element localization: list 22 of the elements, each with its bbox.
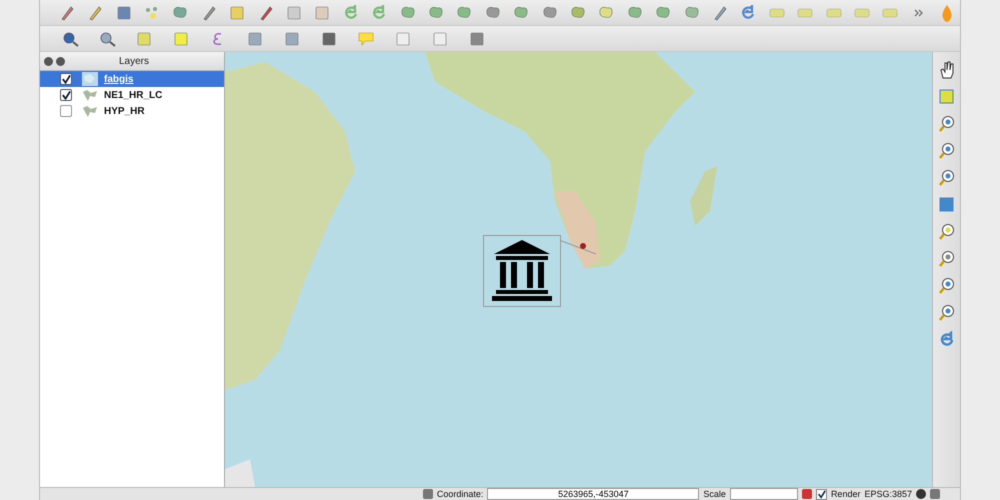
raster-layer-icon xyxy=(82,104,98,118)
raster-layer-icon xyxy=(82,88,98,102)
coordinate-field[interactable]: 5263965,-453047 xyxy=(487,488,700,500)
layer-name: NE1_HR_LC xyxy=(104,90,162,100)
layer-name: fabgis xyxy=(104,74,134,84)
checkbox[interactable] xyxy=(60,73,72,85)
layer-name: HYP_HR xyxy=(104,106,145,116)
panel-title: Layers xyxy=(118,56,150,66)
scale-label: Scale xyxy=(703,488,726,500)
layer-item[interactable]: NE1_HR_LC xyxy=(40,87,224,103)
render-checkbox[interactable] xyxy=(816,488,827,500)
layer-item[interactable]: fabgis xyxy=(40,71,224,87)
checkbox[interactable] xyxy=(60,89,72,101)
museum-icon xyxy=(492,240,552,302)
map-callout[interactable] xyxy=(483,235,561,307)
checkbox[interactable] xyxy=(60,105,72,117)
layer-item[interactable]: HYP_HR xyxy=(40,103,224,119)
coordinate-label: Coordinate: xyxy=(436,488,484,500)
render-label: Render xyxy=(830,488,860,500)
polygon-layer-icon xyxy=(82,72,98,86)
scale-field[interactable] xyxy=(730,488,798,500)
crs-label[interactable]: EPSG:3857 xyxy=(864,488,912,500)
